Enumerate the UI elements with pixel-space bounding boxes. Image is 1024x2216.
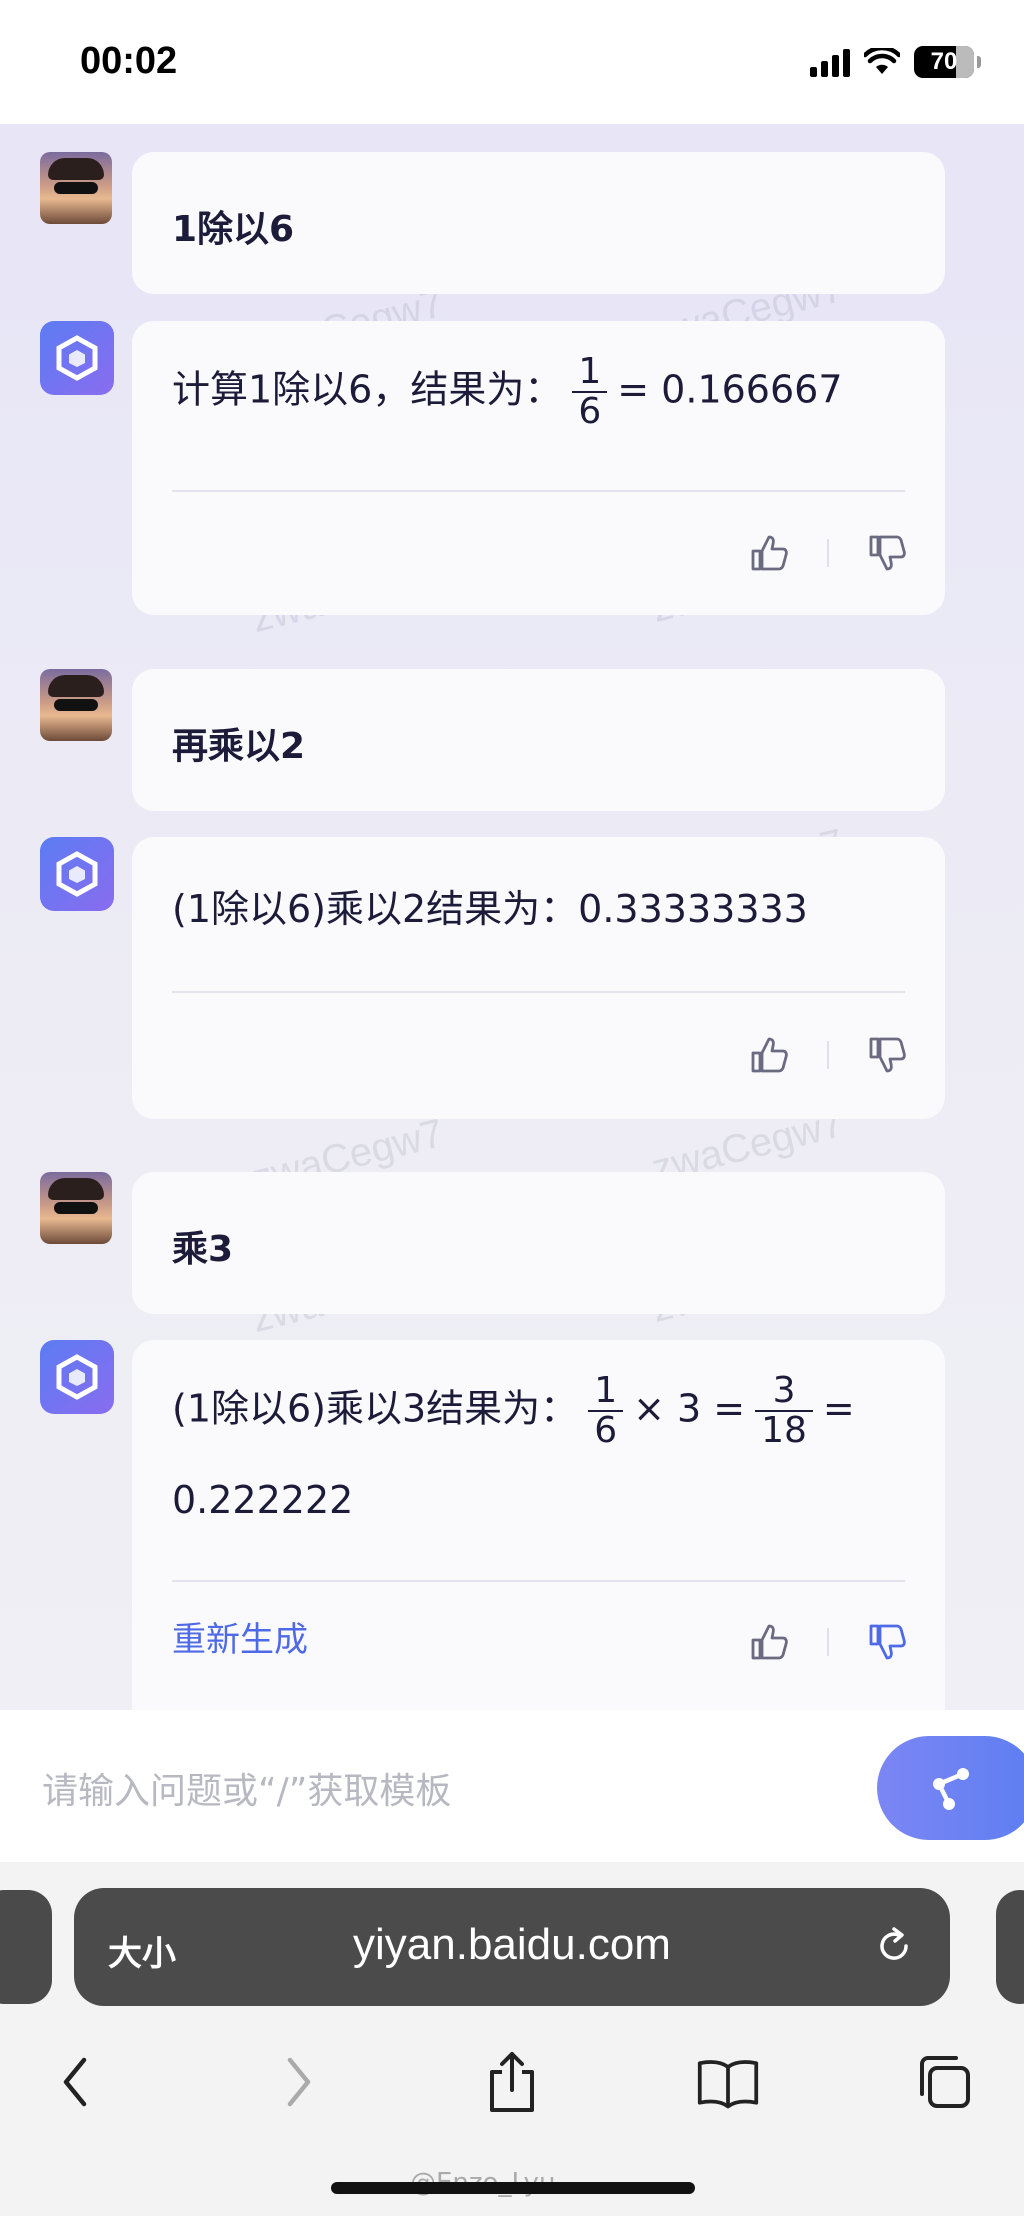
fraction-denominator: 6 [572,390,608,431]
bot-avatar-icon [40,1340,114,1414]
bot-message-text: 计算1除以6，结果为： 1 6 = 0.166667 [172,353,843,431]
address-bar[interactable]: 大小 yiyan.baidu.com [74,1888,950,2006]
thumbs-up-icon[interactable] [747,1620,791,1664]
thumbs-down-icon[interactable] [865,531,909,575]
feedback-actions [747,1033,909,1077]
fraction-numerator: 1 [578,351,602,392]
fraction: 16 [588,1370,624,1450]
feedback-actions [747,531,909,575]
bot-bubble: (1除以6)乘以3结果为： 1 6 × 3 = 3 18 = 0.222222 重新生成 [132,1340,945,1710]
next-tab[interactable] [996,1890,1024,2004]
bot-text-equals: = [822,1386,855,1431]
battery-level: 70 [930,48,958,75]
url-text[interactable]: yiyan.baidu.com [74,1920,950,1970]
send-button[interactable] [877,1736,1024,1840]
user-message: 1除以6 [0,152,1024,294]
fraction: 3 18 [755,1372,813,1450]
fraction: 16 [572,351,608,431]
browser-chrome: 大小 yiyan.baidu.com @Enzo_Lyu [0,1862,1024,2216]
action-separator [827,539,829,567]
bot-avatar-icon [40,321,114,395]
bot-message-line2: 0.222222 [172,1478,354,1522]
feedback-actions [747,1620,909,1664]
fraction-numerator: 3 [772,1370,796,1411]
share-icon[interactable] [480,2050,544,2114]
home-indicator [331,2182,695,2194]
battery-icon: 70 [914,46,981,78]
chat-area[interactable]: zwaCegw7 zwaCegw7 zwaCegw7 zwaCegw7 zwaC… [0,124,1024,1710]
fraction-denominator: 6 [588,1409,624,1450]
divider [172,1580,905,1582]
back-icon[interactable] [44,2050,108,2114]
bookmarks-icon[interactable] [696,2050,760,2114]
thumbs-up-icon[interactable] [747,531,791,575]
bot-text-prefix: (1除以6)乘以3结果为： [172,1386,579,1431]
user-message-text: 1除以6 [172,209,295,250]
bot-text-prefix: 计算1除以6，结果为： [172,367,563,412]
forward-icon[interactable] [266,2050,330,2114]
chat-input[interactable]: 请输入问题或“/”获取模板 [42,1762,451,1814]
bot-bubble: 计算1除以6，结果为： 1 6 = 0.166667 [132,321,945,615]
status-bar: 00:02 70 [0,0,1024,124]
user-avatar [40,669,112,741]
thumbs-down-icon[interactable] [865,1033,909,1077]
bot-text-suffix: = 0.166667 [617,367,843,412]
regenerate-button[interactable]: 重新生成 [172,1612,308,1661]
user-avatar [40,1172,112,1244]
bot-avatar-icon [40,837,114,911]
signal-icon [810,47,850,77]
fraction-denominator: 18 [755,1409,813,1450]
fraction-numerator: 1 [594,1370,618,1411]
action-separator [827,1628,829,1656]
thumbs-up-icon[interactable] [747,1033,791,1077]
bot-message-text: (1除以6)乘以3结果为： 1 6 × 3 = 3 18 = [172,1372,855,1450]
previous-tab[interactable] [0,1890,52,2004]
bot-message: 计算1除以6，结果为： 1 6 = 0.166667 [0,321,1024,615]
user-message: 再乘以2 [0,669,1024,811]
user-message: 乘3 [0,1172,1024,1314]
user-bubble: 再乘以2 [132,669,945,811]
tabs-icon[interactable] [912,2050,976,2114]
bot-text-operator: × 3 = [633,1386,746,1431]
bot-message: (1除以6)乘以3结果为： 1 6 × 3 = 3 18 = 0.222222 重新生成 [0,1340,1024,1710]
bot-message-text: (1除以6)乘以2结果为：0.33333333 [172,887,808,931]
chat-input-area: 请输入问题或“/”获取模板 [0,1710,1024,1862]
bot-bubble: (1除以6)乘以2结果为：0.33333333 [132,837,945,1119]
user-avatar [40,152,112,224]
thumbs-down-icon[interactable] [865,1620,909,1664]
browser-toolbar [0,2030,1024,2130]
user-bubble: 1除以6 [132,152,945,294]
status-icons: 70 [810,46,981,78]
user-message-text: 乘3 [172,1229,234,1270]
send-icon [933,1768,969,1810]
divider [172,991,905,993]
user-bubble: 乘3 [132,1172,945,1314]
user-message-text: 再乘以2 [172,726,306,767]
wifi-icon [864,48,900,74]
divider [172,490,905,492]
action-separator [827,1041,829,1069]
status-time: 00:02 [80,40,178,82]
bot-message: (1除以6)乘以2结果为：0.33333333 [0,837,1024,1119]
reload-icon[interactable] [872,1924,916,1972]
